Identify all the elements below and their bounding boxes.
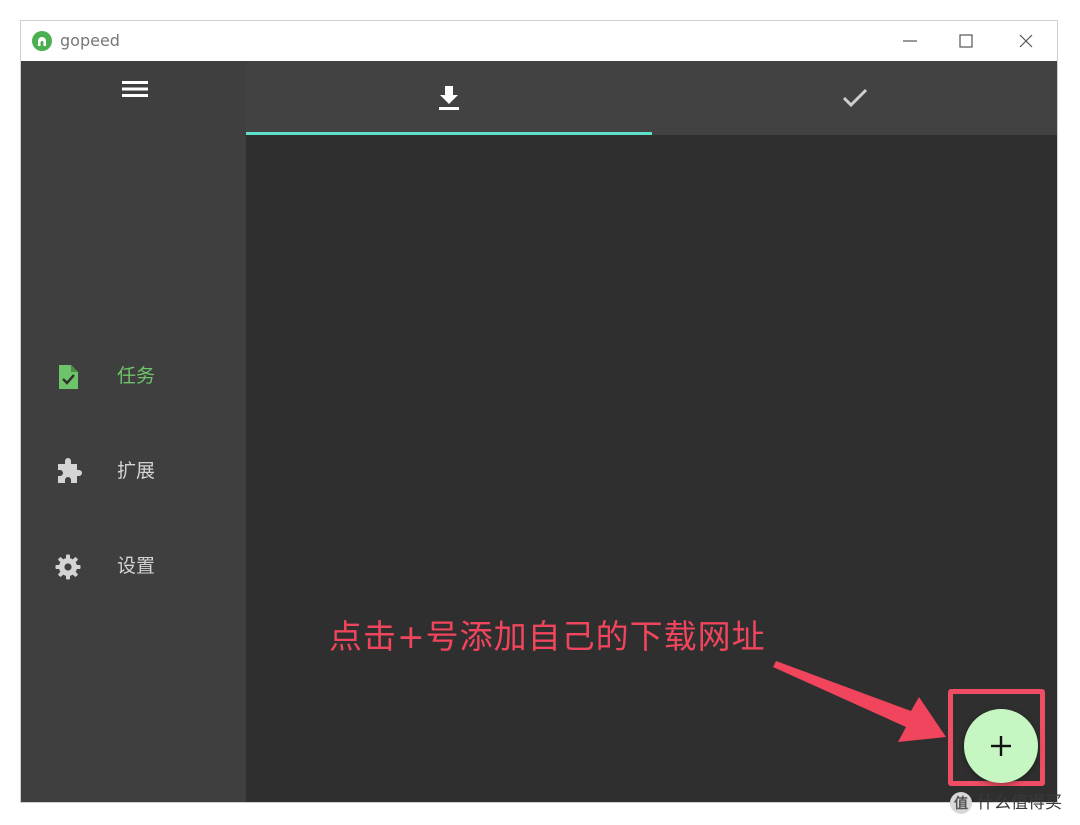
watermark: 值 什么值得买 [950,790,1062,816]
check-icon [842,88,868,108]
watermark-text: 什么值得买 [977,793,1062,813]
sidebar: 任务 扩展 设置 [21,61,246,802]
sidebar-item-tasks[interactable]: 任务 [21,347,246,403]
gopeed-logo-icon [32,31,52,51]
watermark-logo-icon: 值 [950,792,972,814]
puzzle-icon [58,458,82,483]
sidebar-item-settings[interactable]: 设置 [21,537,246,593]
gear-icon [55,554,81,580]
title-bar: gopeed [21,21,1057,61]
task-list-area [246,135,1057,802]
sidebar-item-label: 设置 [117,555,156,577]
download-icon [439,86,459,110]
minimize-icon [903,40,917,42]
close-icon [1019,34,1033,48]
sidebar-item-label: 任务 [117,365,156,387]
maximize-button[interactable] [938,21,994,61]
task-file-icon [59,365,78,389]
minimize-button[interactable] [882,21,938,61]
screenshot-page: gopeed 任务 扩展 设置 点击+号添加自己的下载网址 值 什么值得买 [0,0,1080,825]
add-task-button[interactable] [964,709,1038,783]
close-button[interactable] [998,21,1054,61]
sidebar-item-extensions[interactable]: 扩展 [21,442,246,498]
tab-completed[interactable] [652,61,1057,135]
tab-bar [246,61,1057,135]
tab-downloading[interactable] [246,61,652,135]
app-title: gopeed [60,31,120,50]
app-window: gopeed 任务 扩展 设置 点击+号添加自己的下载网址 [20,20,1058,803]
plus-icon [991,736,1011,756]
sidebar-item-label: 扩展 [117,460,156,482]
hamburger-menu-button[interactable] [119,77,151,101]
hamburger-menu-icon [122,81,148,97]
annotation-text: 点击+号添加自己的下载网址 [329,617,766,656]
maximize-icon [959,34,973,48]
